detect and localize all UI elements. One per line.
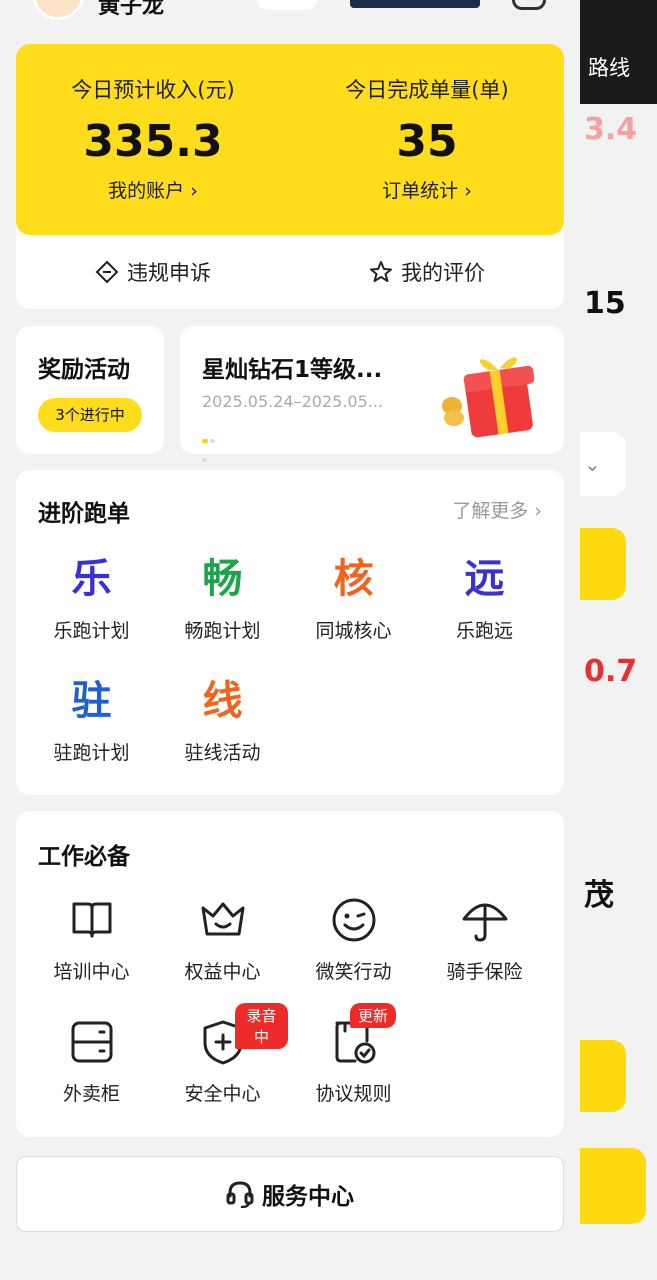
reward-activities-card[interactable]: 奖励活动 3个进行中 — [16, 326, 164, 454]
order-stats-link[interactable]: 订单统计 › — [290, 176, 564, 203]
chevron-down-icon: ⌄ — [584, 452, 601, 476]
plan-label: 驻线活动 — [184, 742, 261, 764]
promo-title: 星灿钻石1等级... — [202, 357, 383, 383]
update-badge: 更新 — [350, 1003, 397, 1028]
today-orders-label: 今日完成单量(单) — [345, 78, 509, 102]
locker-icon — [71, 1021, 112, 1063]
plan-label: 乐跑计划 — [53, 620, 130, 642]
my-rating-button[interactable]: 我的评价 — [290, 235, 564, 309]
plan-label: 畅跑计划 — [184, 620, 261, 642]
promo-banner[interactable]: 星灿钻石1等级... 2025.05.24–2025.05... — [180, 326, 564, 462]
umbrella-icon — [462, 903, 507, 942]
crown-icon — [201, 902, 244, 936]
appeal-icon — [95, 260, 119, 284]
plan-item-zhupao[interactable]: 驻 驻跑计划 — [26, 676, 157, 765]
plan-label: 乐跑远 — [455, 620, 513, 642]
smile-action-label: 微笑行动 — [315, 961, 392, 983]
recording-badge: 录音中 — [235, 1003, 288, 1049]
today-orders: 今日完成单量(单) 35 订单统计 › — [290, 44, 564, 203]
plan-item-lepao[interactable]: 乐 乐跑计划 — [26, 554, 157, 643]
agreement-rules-label: 协议规则 — [315, 1083, 392, 1105]
level-badge[interactable] — [256, 0, 318, 10]
zhupao-icon: 驻 — [71, 678, 112, 724]
my-rating-label: 我的评价 — [401, 261, 485, 285]
plan-item-changpao[interactable]: 畅 畅跑计划 — [157, 554, 288, 643]
zhuxian-icon: 线 — [202, 678, 243, 724]
background-value: 茂 — [584, 878, 614, 913]
service-center-button[interactable]: 服务中心 — [16, 1156, 564, 1232]
background-value: 0.7 — [584, 654, 638, 689]
smile-action-item[interactable]: 微笑行动 — [288, 895, 419, 984]
food-locker-label: 外卖柜 — [62, 1083, 120, 1105]
plan-label: 驻跑计划 — [53, 742, 130, 764]
safety-center-label: 安全中心 — [184, 1083, 261, 1105]
plan-label: 同城核心 — [315, 620, 392, 642]
learn-more-link[interactable]: 了解更多 › — [452, 496, 542, 523]
my-account-link[interactable]: 我的账户 › — [16, 176, 290, 203]
headset-icon — [226, 1181, 254, 1208]
rider-insurance-item[interactable]: 骑手保险 — [419, 895, 550, 984]
training-center-label: 培训中心 — [53, 961, 130, 983]
advanced-title: 进阶跑单 — [38, 501, 130, 527]
advanced-orders-card: 进阶跑单 了解更多 › 乐 乐跑计划 畅 畅跑计划 核 同城核心 远 乐跑远 驻… — [16, 470, 564, 795]
today-income: 今日预计收入(元) 335.3 我的账户 › — [16, 44, 290, 203]
smile-icon — [332, 898, 375, 942]
today-income-label: 今日预计收入(元) — [71, 78, 235, 102]
training-center-item[interactable]: 培训中心 — [26, 895, 157, 984]
benefits-center-label: 权益中心 — [184, 961, 261, 983]
user-name[interactable]: 黄子龙 — [98, 0, 164, 20]
avatar[interactable] — [32, 0, 84, 20]
reward-count-badge: 3个进行中 — [38, 398, 142, 432]
plan-item-zhuxian[interactable]: 线 驻线活动 — [157, 676, 288, 765]
rank-badge[interactable] — [350, 0, 480, 8]
promo-date: 2025.05.24–2025.05... — [202, 392, 384, 411]
changpao-icon: 畅 — [202, 556, 243, 602]
today-orders-value: 35 — [396, 116, 458, 167]
gift-icon — [442, 357, 535, 438]
profile-header: 黄子龙 — [0, 0, 580, 32]
income-card: 今日预计收入(元) 335.3 我的账户 › 今日完成单量(单) 35 订单统计… — [16, 44, 564, 309]
background-route-label: 路线 — [588, 56, 630, 80]
plan-item-lepao-far[interactable]: 远 乐跑远 — [419, 554, 550, 643]
work-title: 工作必备 — [38, 844, 130, 870]
work-essentials-card: 工作必备 培训中心 权益中心 微笑行动 骑手保险 外卖柜 录音中 安全中心 更新… — [16, 811, 564, 1137]
side-drawer: 黄子龙 今日预计收入(元) 335.3 我的账户 › 今日完成单量(单) 35 … — [0, 0, 580, 1280]
book-icon — [72, 902, 111, 938]
settings-icon[interactable] — [512, 0, 546, 10]
lepao-far-icon: 远 — [464, 556, 505, 602]
income-actions: 违规申诉 我的评价 — [16, 235, 564, 309]
food-locker-item[interactable]: 外卖柜 — [26, 1017, 157, 1106]
background-value: 3.4 — [584, 112, 638, 147]
safety-center-item[interactable]: 录音中 安全中心 — [157, 1003, 288, 1106]
benefits-center-item[interactable]: 权益中心 — [157, 895, 288, 984]
plan-item-city-core[interactable]: 核 同城核心 — [288, 554, 419, 643]
today-income-value: 335.3 — [83, 116, 223, 167]
rider-insurance-label: 骑手保险 — [446, 961, 523, 983]
reward-title: 奖励活动 — [38, 357, 130, 383]
carousel-indicator — [202, 428, 222, 462]
violation-appeal-button[interactable]: 违规申诉 — [16, 235, 290, 309]
city-core-icon: 核 — [333, 556, 374, 602]
service-footer: 服务中心 — [0, 1140, 580, 1280]
agreement-rules-item[interactable]: 更新 协议规则 — [288, 1003, 419, 1106]
background-value: 15 — [584, 286, 626, 321]
lepao-icon: 乐 — [71, 556, 112, 602]
star-icon — [370, 261, 392, 282]
violation-appeal-label: 违规申诉 — [127, 261, 211, 285]
service-center-label: 服务中心 — [262, 1184, 354, 1210]
income-summary: 今日预计收入(元) 335.3 我的账户 › 今日完成单量(单) 35 订单统计… — [16, 44, 564, 235]
